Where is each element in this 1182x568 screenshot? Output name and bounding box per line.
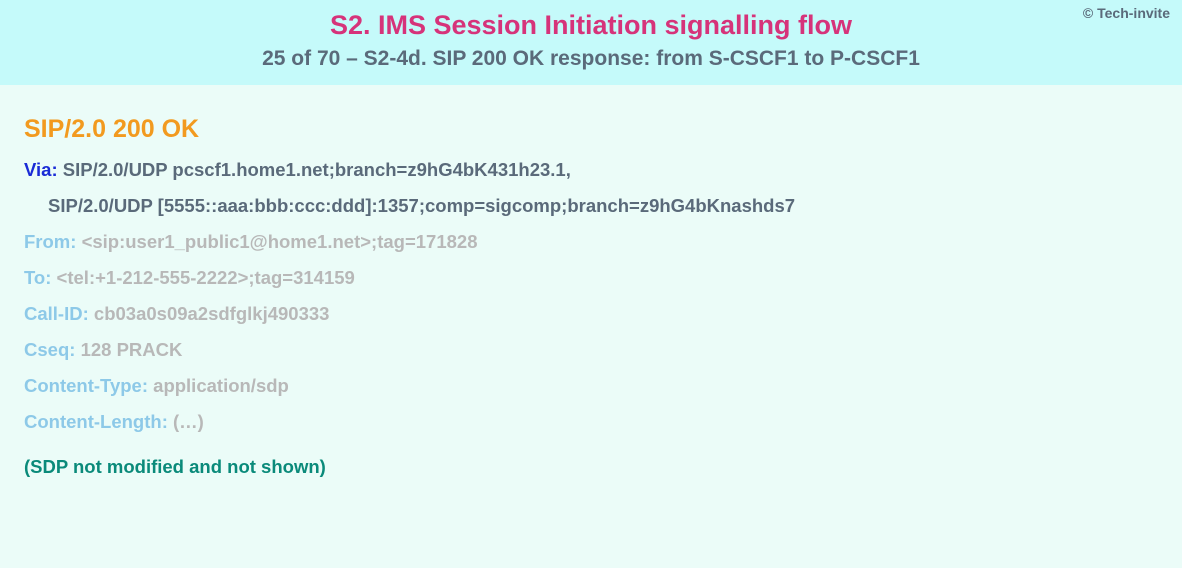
copyright-notice: © Tech-invite [1083,5,1170,21]
via-header-line2: SIP/2.0/UDP [5555::aaa:bbb:ccc:ddd]:1357… [24,194,1158,218]
content-length-header-value: (…) [173,411,204,432]
via-header-value1: SIP/2.0/UDP pcscf1.home1.net;branch=z9hG… [63,159,571,180]
content-type-header: Content-Type: application/sdp [24,374,1158,398]
to-header-name: To [24,267,45,288]
page-subtitle: 25 of 70 – S2-4d. SIP 200 OK response: f… [20,47,1162,71]
page-title: S2. IMS Session Initiation signalling fl… [20,10,1162,41]
cseq-header-value: 128 PRACK [81,339,183,360]
header-band: © Tech-invite S2. IMS Session Initiation… [0,0,1182,85]
callid-header: Call-ID: cb03a0s09a2sdfglkj490333 [24,302,1158,326]
content-type-header-value: application/sdp [153,375,289,396]
sip-status-line: SIP/2.0 200 OK [24,115,1158,144]
content-type-header-name: Content-Type [24,375,142,396]
to-header-value: <tel:+1-212-555-2222>;tag=314159 [57,267,355,288]
content-length-header: Content-Length: (…) [24,410,1158,434]
from-header-value: <sip:user1_public1@home1.net>;tag=171828 [82,231,478,252]
via-header-line1: Via: SIP/2.0/UDP pcscf1.home1.net;branch… [24,158,1158,182]
cseq-header: Cseq: 128 PRACK [24,338,1158,362]
via-header-value2: SIP/2.0/UDP [5555::aaa:bbb:ccc:ddd]:1357… [48,195,795,216]
callid-header-value: cb03a0s09a2sdfglkj490333 [94,303,330,324]
sdp-note: (SDP not modified and not shown) [24,456,1158,478]
from-header-name: From [24,231,70,252]
to-header: To: <tel:+1-212-555-2222>;tag=314159 [24,266,1158,290]
content-length-header-name: Content-Length [24,411,162,432]
cseq-header-name: Cseq [24,339,69,360]
via-header-name: Via [24,159,51,180]
sip-message-content: SIP/2.0 200 OK Via: SIP/2.0/UDP pcscf1.h… [0,85,1182,488]
from-header: From: <sip:user1_public1@home1.net>;tag=… [24,230,1158,254]
callid-header-name: Call-ID [24,303,83,324]
